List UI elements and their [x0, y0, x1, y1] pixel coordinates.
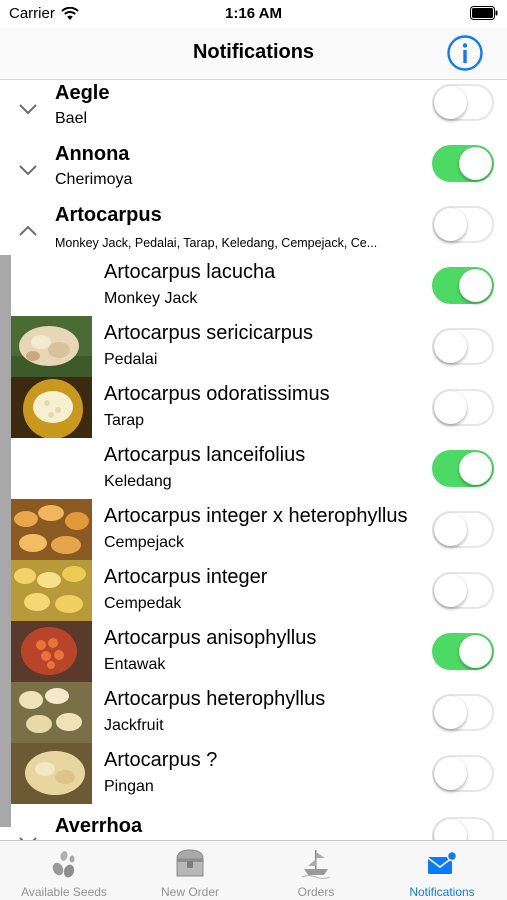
species-name: Artocarpus integer	[104, 566, 268, 588]
species-row[interactable]: Artocarpus anisophyllus Entawak	[11, 621, 507, 682]
notify-toggle[interactable]	[432, 389, 494, 426]
species-common-name: Pedalai	[104, 351, 158, 368]
species-row[interactable]: Artocarpus ? Pingan	[11, 743, 507, 804]
toggle-knob	[459, 147, 492, 180]
tab-new-order[interactable]: New Order	[127, 841, 253, 900]
notify-toggle[interactable]	[432, 145, 494, 182]
species-photo	[11, 377, 92, 438]
tab-label: Available Seeds	[21, 885, 107, 899]
notify-toggle[interactable]	[432, 572, 494, 609]
species-row[interactable]: Artocarpus sericicarpus Pedalai	[11, 316, 507, 377]
species-name: Artocarpus ?	[104, 749, 218, 771]
group-title: Aegle	[55, 82, 110, 104]
group-title: Averrhoa	[55, 815, 143, 837]
toggle-knob	[434, 757, 467, 790]
species-row[interactable]: Artocarpus lacucha Monkey Jack	[11, 255, 507, 316]
tab-label: New Order	[160, 885, 219, 899]
species-row[interactable]: Artocarpus integer Cempedak	[11, 560, 507, 621]
notify-toggle[interactable]	[432, 267, 494, 304]
group-title: Annona	[55, 143, 130, 165]
species-row[interactable]: Artocarpus lanceifolius Keledang	[11, 438, 507, 499]
species-thumbnail-empty	[11, 255, 92, 316]
species-name: Artocarpus anisophyllus	[104, 627, 317, 649]
species-name: Artocarpus odoratissimus	[104, 383, 330, 405]
species-photo	[11, 621, 92, 682]
toggle-knob	[434, 86, 467, 119]
group-subtitle: Cherimoya	[55, 171, 133, 188]
toggle-knob	[434, 513, 467, 546]
chevron-up-icon[interactable]	[18, 224, 38, 238]
species-name: Artocarpus lacucha	[104, 261, 276, 283]
species-name: Artocarpus sericicarpus	[104, 322, 313, 344]
status-bar: Carrier 1:16 AM	[0, 0, 507, 28]
clock: 1:16 AM	[225, 5, 282, 22]
species-name: Artocarpus lanceifolius	[104, 444, 306, 466]
info-icon[interactable]	[447, 35, 483, 71]
species-common-name: Keledang	[104, 473, 172, 490]
species-common-name: Cempedak	[104, 595, 182, 612]
notify-toggle[interactable]	[432, 328, 494, 365]
species-common-name: Jackfruit	[104, 717, 164, 734]
seeds-icon	[52, 851, 75, 878]
species-photo	[11, 560, 92, 621]
species-common-name: Tarap	[104, 412, 145, 429]
chevron-down-icon[interactable]	[18, 102, 38, 116]
notify-toggle[interactable]	[432, 206, 494, 243]
chevron-down-icon[interactable]	[18, 163, 38, 177]
group-subtitle: Bael	[55, 110, 88, 127]
notify-toggle[interactable]	[432, 511, 494, 548]
group-row-annona[interactable]: Annona Cherimoya	[0, 141, 507, 202]
group-title: Artocarpus	[55, 204, 162, 226]
species-thumbnail-empty	[11, 438, 92, 499]
species-photo	[11, 316, 92, 377]
toggle-knob	[434, 819, 467, 840]
species-common-name: Monkey Jack	[104, 290, 198, 307]
species-name: Artocarpus integer x heterophyllus	[104, 505, 408, 527]
group-row-artocarpus[interactable]: Artocarpus Monkey Jack, Pedalai, Tarap, …	[0, 202, 507, 263]
toggle-knob	[434, 574, 467, 607]
species-name: Artocarpus heterophyllus	[104, 688, 326, 710]
group-row-averrhoa[interactable]: Averrhoa	[0, 813, 507, 840]
notify-toggle[interactable]	[432, 84, 494, 121]
tab-notifications[interactable]: Notifications	[379, 841, 505, 900]
species-photo	[11, 743, 92, 804]
tab-orders[interactable]: Orders	[253, 841, 379, 900]
toggle-knob	[434, 330, 467, 363]
page-title: Notifications	[192, 41, 315, 63]
species-row[interactable]: Artocarpus odoratissimus Tarap	[11, 377, 507, 438]
ship-icon	[301, 850, 331, 879]
notify-toggle[interactable]	[432, 450, 494, 487]
notify-toggle[interactable]	[432, 817, 494, 840]
species-common-name: Pingan	[104, 778, 154, 795]
species-row[interactable]: Artocarpus heterophyllus Jackfruit	[11, 682, 507, 743]
tab-label: Orders	[297, 885, 335, 899]
toggle-knob	[434, 391, 467, 424]
tab-available-seeds[interactable]: Available Seeds	[1, 841, 127, 900]
mail-badge-icon	[427, 850, 458, 874]
notify-toggle[interactable]	[432, 755, 494, 792]
species-row[interactable]: Artocarpus integer x heterophyllus Cempe…	[11, 499, 507, 560]
chest-icon	[176, 849, 204, 877]
tab-bar: Available Seeds New Order Orders Notific…	[0, 840, 507, 900]
scroll-indicator[interactable]	[0, 255, 11, 827]
notify-toggle[interactable]	[432, 694, 494, 731]
tab-label: Notifications	[409, 885, 475, 899]
navigation-bar: Notifications	[0, 28, 507, 80]
toggle-knob	[459, 269, 492, 302]
notify-toggle[interactable]	[432, 633, 494, 670]
species-photo	[11, 682, 92, 743]
group-row-aegle[interactable]: Aegle Bael	[0, 80, 507, 141]
notification-list[interactable]: Aegle Bael Annona Cherimoya Artocarpus M…	[0, 80, 507, 840]
species-common-name: Entawak	[104, 656, 166, 673]
species-common-name: Cempejack	[104, 534, 185, 551]
toggle-knob	[434, 208, 467, 241]
group-subtitle: Monkey Jack, Pedalai, Tarap, Keledang, C…	[55, 236, 378, 250]
toggle-knob	[434, 696, 467, 729]
toggle-knob	[459, 635, 492, 668]
toggle-knob	[459, 452, 492, 485]
species-photo	[11, 499, 92, 560]
battery-icon	[470, 6, 498, 20]
